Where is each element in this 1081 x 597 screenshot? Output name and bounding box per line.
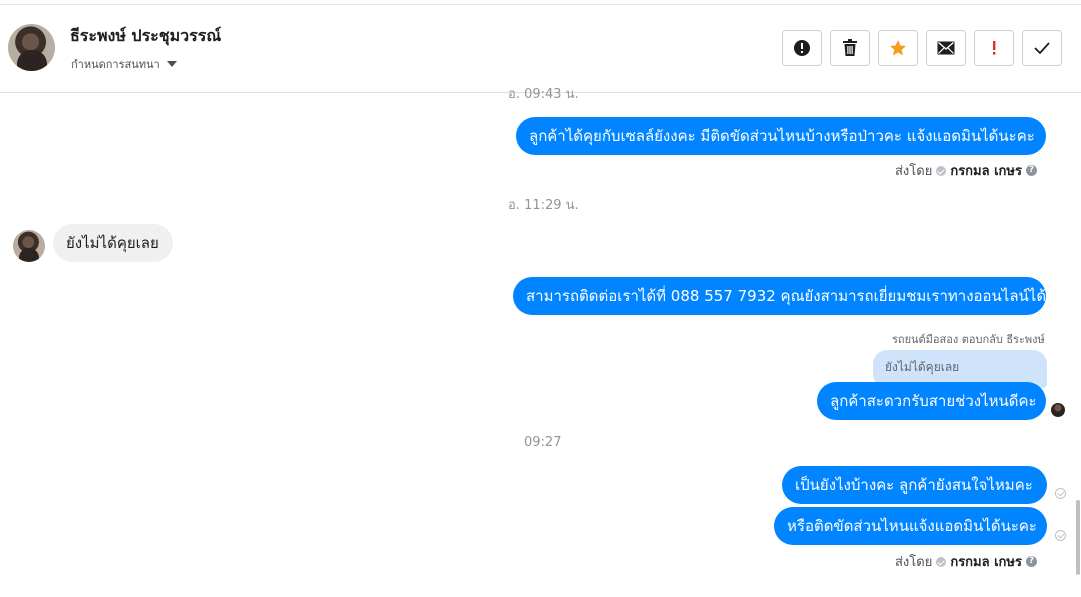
seen-avatar	[1051, 403, 1065, 417]
exclamation-icon	[993, 41, 996, 55]
alert-circle-icon	[794, 40, 810, 56]
star-icon	[890, 40, 906, 56]
mark-important-button[interactable]	[974, 30, 1014, 66]
reply-context-label: รถยนต์มือสอง ตอบกลับ ธีระพงษ์	[892, 333, 1045, 346]
top-divider	[0, 4, 1081, 5]
delivered-icon	[1055, 488, 1066, 499]
outgoing-message[interactable]: สามารถติดต่อเราได้ที่ 088 557 7932 คุณยั…	[513, 277, 1046, 315]
sender-name[interactable]: กรกมล เกษร	[950, 160, 1022, 181]
verified-icon	[936, 165, 947, 176]
contact-avatar[interactable]	[8, 24, 55, 71]
sent-by-label: ส่งโดย	[895, 555, 933, 570]
help-icon[interactable]: ?	[1025, 556, 1037, 567]
mark-unread-button[interactable]	[926, 30, 966, 66]
contact-name[interactable]: ธีระพงษ์ ประชุมวรรณ์	[70, 24, 221, 49]
incoming-message[interactable]: ยังไม่ได้คุยเลย	[53, 224, 173, 262]
contact-avatar-small[interactable]	[13, 230, 45, 262]
caret-down-icon	[166, 61, 177, 67]
sent-by-label: ส่งโดย	[895, 164, 933, 179]
outgoing-message[interactable]: ลูกค้าได้คุยกับเซลล์ยังงคะ มีติดขัดส่วนไ…	[516, 117, 1046, 155]
mark-done-button[interactable]	[1022, 30, 1062, 66]
help-icon[interactable]: ?	[1025, 165, 1037, 176]
sender-name[interactable]: กรกมล เกษร	[950, 551, 1022, 572]
check-icon	[1034, 42, 1050, 55]
conversation-toolbar	[782, 30, 1062, 66]
sent-by-info: ส่งโดย กรกมล เกษร ?	[895, 160, 1037, 181]
verified-icon	[936, 556, 947, 567]
sent-by-info: ส่งโดย กรกมล เกษร ?	[895, 551, 1037, 572]
star-button[interactable]	[878, 30, 918, 66]
outgoing-message[interactable]: ลูกค้าสะดวกรับสายช่วงไหนดีคะ	[817, 382, 1046, 420]
delete-button[interactable]	[830, 30, 870, 66]
scrollbar[interactable]	[1076, 500, 1080, 575]
delivered-icon	[1055, 530, 1066, 541]
trash-icon	[843, 39, 857, 56]
timestamp: 09:27	[524, 435, 562, 450]
outgoing-message[interactable]: เป็นยังไงบ้างคะ ลูกค้ายังสนใจไหมคะ	[782, 466, 1047, 504]
conversation-header: ธีระพงษ์ ประชุมวรรณ์ กำหนดการสนทนา	[0, 0, 1081, 93]
timestamp: อ. 11:29 น.	[508, 198, 579, 213]
conversation-settings-label: กำหนดการสนทนา	[71, 58, 160, 71]
outgoing-message[interactable]: หรือติดขัดส่วนไหนแจ้งแอดมินได้นะคะ	[774, 507, 1047, 545]
conversation-settings-dropdown[interactable]: กำหนดการสนทนา	[71, 55, 177, 73]
report-spam-button[interactable]	[782, 30, 822, 66]
envelope-icon	[937, 41, 955, 55]
